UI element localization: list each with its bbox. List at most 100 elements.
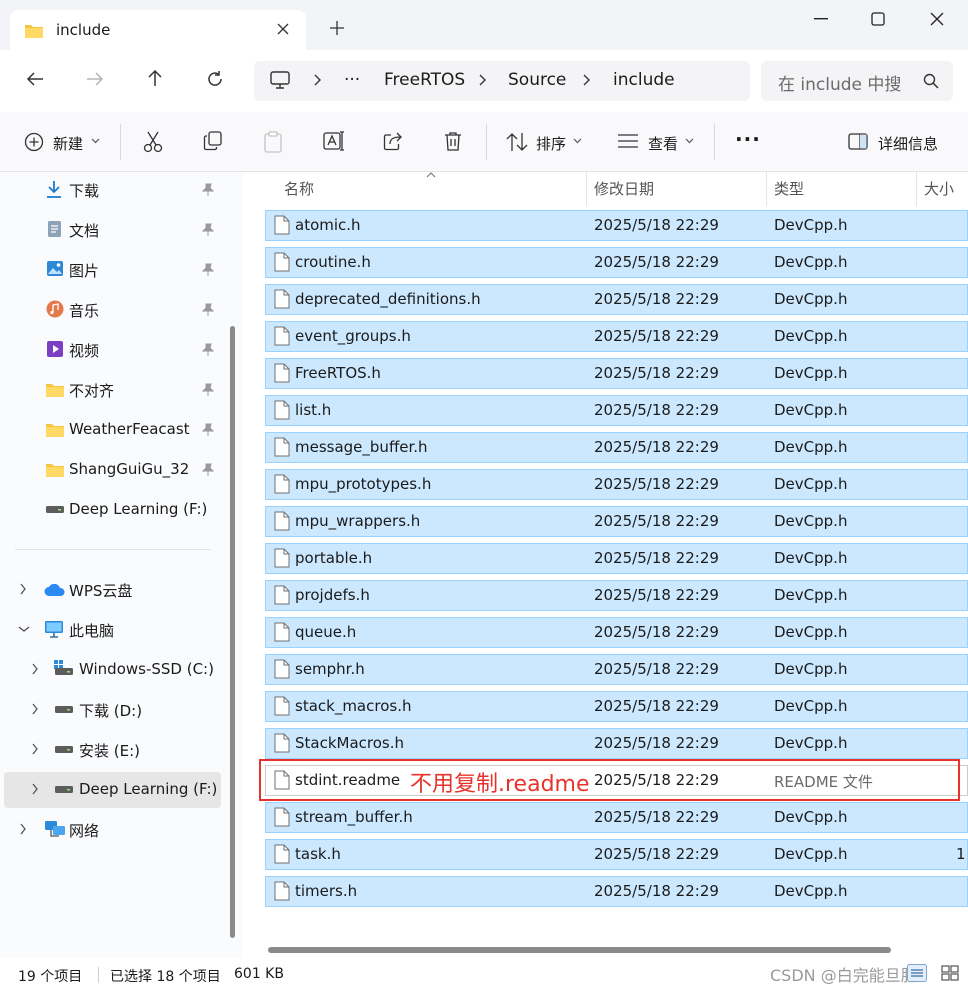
file-type: DevCpp.h — [774, 475, 848, 493]
nav-item-videos[interactable]: 视频 — [4, 332, 221, 368]
file-row[interactable]: task.h 2025/5/18 22:29 DevCpp.h 1 — [265, 839, 968, 870]
chevron-right-icon[interactable] — [19, 583, 27, 595]
file-type: DevCpp.h — [774, 586, 848, 604]
file-row[interactable]: list.h 2025/5/18 22:29 DevCpp.h — [265, 395, 968, 426]
breadcrumb-source[interactable]: Source — [508, 70, 566, 90]
pin-icon[interactable] — [202, 423, 214, 436]
nav-item-downloads[interactable]: 下载 — [4, 172, 221, 208]
file-row[interactable]: portable.h 2025/5/18 22:29 DevCpp.h — [265, 543, 968, 574]
maximize-icon[interactable] — [871, 12, 885, 26]
new-button[interactable]: 新建 — [14, 112, 108, 172]
nav-item-pictures[interactable]: 图片 — [4, 252, 221, 288]
nav-label: 图片 — [69, 262, 100, 280]
breadcrumb-include[interactable]: include — [613, 70, 675, 90]
file-row[interactable]: queue.h 2025/5/18 22:29 DevCpp.h — [265, 617, 968, 648]
file-type: DevCpp.h — [774, 438, 848, 456]
new-tab-icon[interactable] — [330, 21, 344, 35]
sort-button[interactable]: 排序 — [500, 112, 592, 172]
up-arrow-icon[interactable] — [146, 69, 164, 87]
close-tab-icon[interactable] — [276, 22, 290, 36]
column-divider[interactable] — [916, 172, 917, 206]
nav-item-drive-e[interactable]: 安装 (E:) — [4, 732, 221, 768]
file-row[interactable]: stack_macros.h 2025/5/18 22:29 DevCpp.h — [265, 691, 968, 722]
pin-icon[interactable] — [202, 223, 214, 236]
nav-item-folder-weatherfeacast[interactable]: WeatherFeacast — [4, 412, 221, 448]
pin-icon[interactable] — [202, 263, 214, 276]
breadcrumb-freertos[interactable]: FreeRTOS — [384, 70, 465, 90]
chevron-down-icon[interactable] — [18, 625, 30, 633]
file-row[interactable]: message_buffer.h 2025/5/18 22:29 DevCpp.h — [265, 432, 968, 463]
paste-icon[interactable] — [263, 131, 283, 153]
thumbnail-view-icon[interactable] — [940, 964, 960, 982]
pin-icon[interactable] — [202, 303, 214, 316]
breadcrumb-overflow[interactable]: ··· — [344, 70, 360, 90]
chevron-right-icon[interactable] — [31, 743, 39, 755]
file-row[interactable]: timers.h 2025/5/18 22:29 DevCpp.h — [265, 876, 968, 907]
search-icon[interactable] — [923, 73, 939, 89]
toolbar-divider — [714, 124, 715, 160]
column-divider[interactable] — [766, 172, 767, 206]
more-options-button[interactable]: ··· — [735, 127, 761, 151]
file-row[interactable]: mpu_wrappers.h 2025/5/18 22:29 DevCpp.h — [265, 506, 968, 537]
file-row[interactable]: stream_buffer.h 2025/5/18 22:29 DevCpp.h — [265, 802, 968, 833]
file-row[interactable]: FreeRTOS.h 2025/5/18 22:29 DevCpp.h — [265, 358, 968, 389]
file-row[interactable]: croutine.h 2025/5/18 22:29 DevCpp.h — [265, 247, 968, 278]
nav-item-drive-c[interactable]: Windows-SSD (C:) — [4, 652, 221, 688]
file-row[interactable]: atomic.h 2025/5/18 22:29 DevCpp.h — [265, 210, 968, 241]
nav-item-folder-buduiqi[interactable]: 不对齐 — [4, 372, 221, 408]
nav-item-deep-learning-quick[interactable]: Deep Learning (F:) — [4, 492, 221, 528]
nav-item-this-pc[interactable]: 此电脑 — [4, 612, 221, 648]
chevron-right-icon[interactable] — [31, 663, 39, 675]
nav-item-wps-cloud[interactable]: WPS云盘 — [4, 572, 221, 608]
search-input[interactable]: 在 include 中搜 — [778, 70, 901, 95]
column-header-size[interactable]: 大小 — [924, 178, 954, 199]
search-box[interactable]: 在 include 中搜 — [761, 61, 953, 101]
chevron-right-icon[interactable] — [31, 783, 39, 795]
file-date: 2025/5/18 22:29 — [594, 697, 719, 715]
address-bar[interactable]: ··· FreeRTOS Source include — [254, 61, 750, 101]
nav-item-documents[interactable]: 文档 — [4, 212, 221, 248]
forward-arrow-icon[interactable] — [86, 70, 104, 88]
chevron-right-icon[interactable] — [19, 823, 27, 835]
file-row[interactable]: projdefs.h 2025/5/18 22:29 DevCpp.h — [265, 580, 968, 611]
file-date: 2025/5/18 22:29 — [594, 882, 719, 900]
file-icon — [274, 326, 290, 346]
nav-item-drive-d[interactable]: 下载 (D:) — [4, 692, 221, 728]
column-divider[interactable] — [586, 172, 587, 206]
computer-icon[interactable] — [270, 71, 290, 90]
copy-icon[interactable] — [203, 131, 223, 151]
refresh-icon[interactable] — [206, 70, 224, 88]
file-icon — [274, 807, 290, 827]
share-icon[interactable] — [383, 131, 403, 151]
close-window-icon[interactable] — [930, 12, 944, 26]
nav-item-network[interactable]: 网络 — [4, 812, 221, 848]
horizontal-scrollbar[interactable] — [268, 947, 891, 953]
delete-icon[interactable] — [443, 131, 463, 151]
pin-icon[interactable] — [202, 463, 214, 476]
column-header-name[interactable]: 名称 — [284, 178, 314, 199]
pin-icon[interactable] — [202, 383, 214, 396]
rename-icon[interactable] — [323, 131, 345, 151]
minimize-icon[interactable] — [814, 18, 828, 20]
file-row[interactable]: StackMacros.h 2025/5/18 22:29 DevCpp.h — [265, 728, 968, 759]
nav-scrollbar[interactable] — [230, 326, 235, 938]
column-header-date[interactable]: 修改日期 — [594, 178, 654, 199]
file-row[interactable]: event_groups.h 2025/5/18 22:29 DevCpp.h — [265, 321, 968, 352]
nav-item-music[interactable]: 音乐 — [4, 292, 221, 328]
file-row[interactable]: deprecated_definitions.h 2025/5/18 22:29 D… — [265, 284, 968, 315]
file-row[interactable]: mpu_prototypes.h 2025/5/18 22:29 DevCpp.h — [265, 469, 968, 500]
back-arrow-icon[interactable] — [26, 70, 44, 88]
pin-icon[interactable] — [202, 343, 214, 356]
details-pane-button[interactable]: 详细信息 — [840, 112, 960, 172]
details-view-icon[interactable] — [907, 964, 927, 982]
chevron-right-icon[interactable] — [31, 703, 39, 715]
file-row[interactable]: semphr.h 2025/5/18 22:29 DevCpp.h — [265, 654, 968, 685]
pin-icon[interactable] — [202, 183, 214, 196]
tab-include[interactable]: include — [10, 10, 306, 52]
view-button[interactable]: 查看 — [610, 112, 702, 172]
nav-item-folder-shangguigu[interactable]: ShangGuiGu_32 — [4, 452, 221, 488]
file-date: 2025/5/18 22:29 — [594, 216, 719, 234]
cut-icon[interactable] — [143, 131, 163, 153]
nav-item-drive-f[interactable]: Deep Learning (F:) — [4, 772, 221, 808]
column-header-type[interactable]: 类型 — [774, 178, 804, 199]
